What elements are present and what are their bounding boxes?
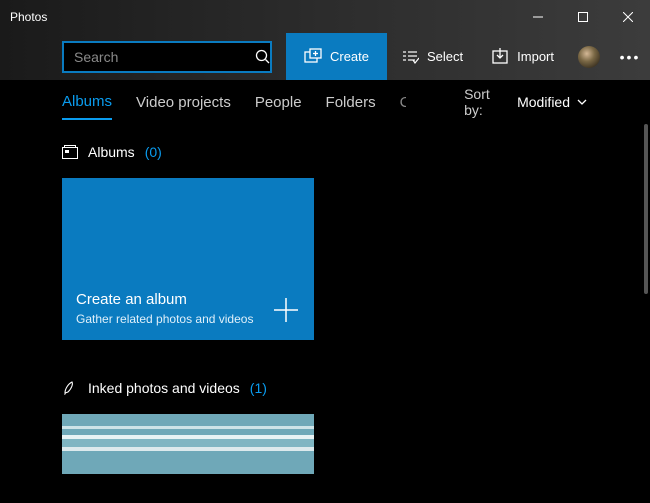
maximize-button[interactable] [560,0,605,33]
import-icon [491,48,509,66]
content-area: Albums (0) Create an album Gather relate… [0,124,650,474]
select-label: Select [427,49,463,64]
minimize-icon [533,12,543,22]
inked-section-label: Inked photos and videos [88,380,240,396]
tab-folders[interactable]: Folders [326,86,376,119]
tab-overflow[interactable]: C [400,86,407,119]
search-box[interactable] [62,41,272,73]
create-album-subtitle: Gather related photos and videos [76,312,300,326]
create-album-title: Create an album [76,291,300,308]
avatar[interactable] [578,46,600,68]
tab-video-projects[interactable]: Video projects [136,86,231,119]
select-icon [401,48,419,66]
create-button[interactable]: Create [286,33,387,80]
window-controls [515,0,650,33]
maximize-icon [578,12,588,22]
inked-thumbnail[interactable] [62,414,314,474]
sort-dropdown[interactable]: Modified [517,94,588,110]
create-label: Create [330,49,369,64]
search-button[interactable] [255,43,271,71]
import-label: Import [517,49,554,64]
tab-albums[interactable]: Albums [62,85,112,120]
create-icon [304,48,322,66]
app-title: Photos [10,10,515,24]
plus-icon [272,296,300,324]
more-button[interactable]: ••• [610,33,650,80]
tabs-row: Albums Video projects People Folders C S… [0,80,650,124]
close-icon [623,12,633,22]
close-button[interactable] [605,0,650,33]
album-icon [62,145,78,159]
toolbar: Create Select Import ••• [0,33,650,80]
pen-icon [62,380,78,396]
search-icon [255,49,271,65]
chevron-down-icon [576,96,588,108]
select-button[interactable]: Select [387,33,477,80]
albums-section-header: Albums (0) [62,144,650,160]
inked-section-header: Inked photos and videos (1) [62,380,650,396]
albums-count: (0) [145,144,162,160]
search-input[interactable] [74,49,255,65]
titlebar: Photos [0,0,650,33]
create-album-tile[interactable]: Create an album Gather related photos an… [62,178,314,340]
sort-label: Sort by: [464,86,493,118]
albums-section-label: Albums [88,144,135,160]
ellipsis-icon: ••• [620,49,641,65]
sort-value-text: Modified [517,94,570,110]
tab-people[interactable]: People [255,86,302,119]
import-button[interactable]: Import [477,33,568,80]
inked-count: (1) [250,380,267,396]
scrollbar[interactable] [644,124,648,294]
minimize-button[interactable] [515,0,560,33]
